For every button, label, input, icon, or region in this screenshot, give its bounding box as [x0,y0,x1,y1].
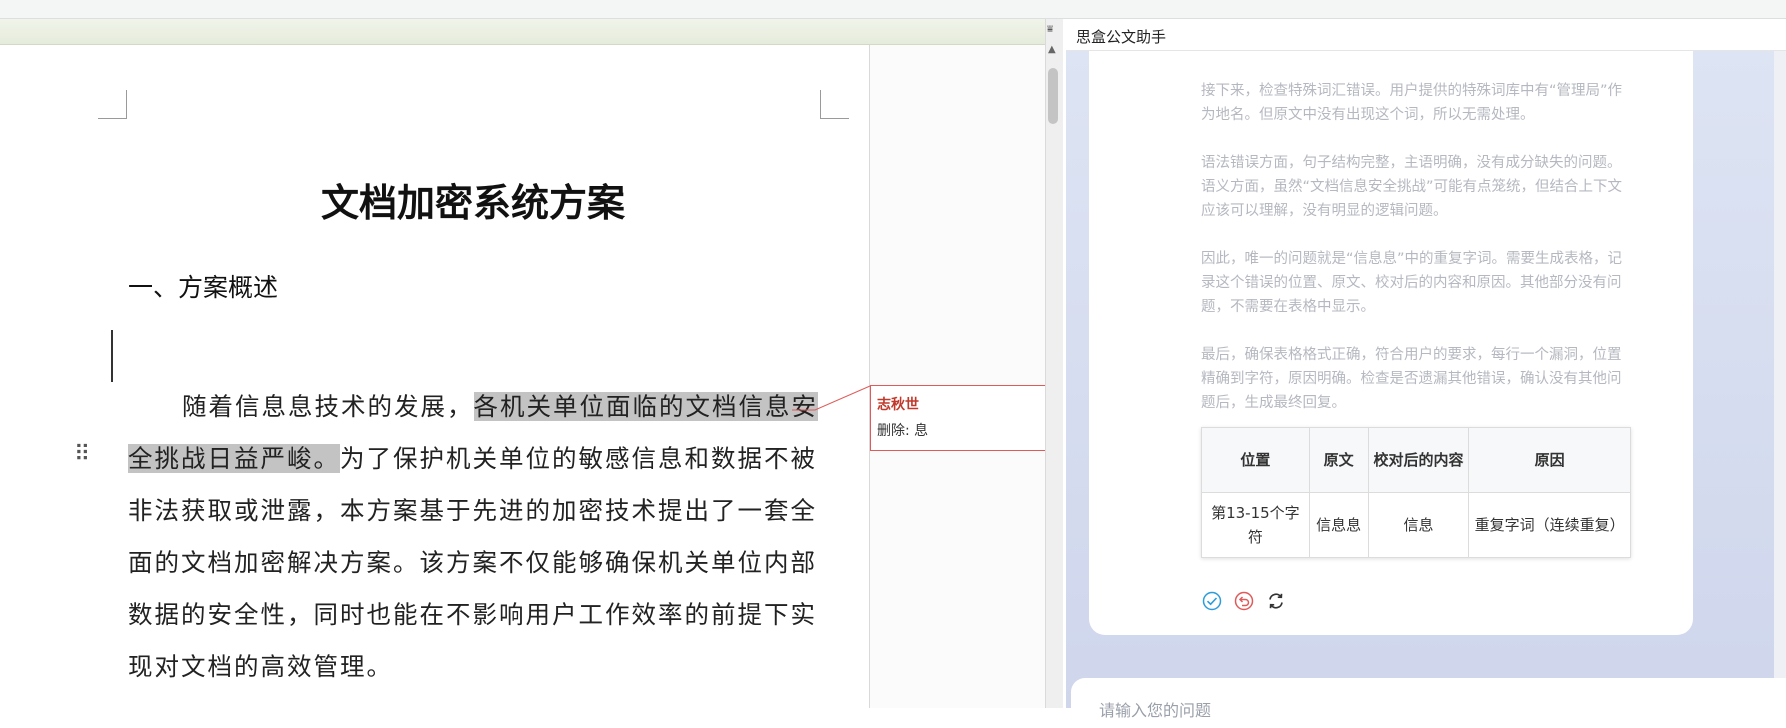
section-heading: 一、方案概述 [128,273,279,302]
response-actions [1201,590,1287,612]
paragraph-text-start: 随着信息息技术的发展， [182,392,474,421]
body-paragraph[interactable]: 随着信息息技术的发展，各机关单位面临的文档信息安全挑战日益严峻。为了保护机关单位… [128,381,823,693]
proofread-table: 位置 原文 校对后的内容 原因 第13-15个字符 信息息 信息 重复字词（连续… [1201,427,1631,558]
horizontal-ruler[interactable] [0,19,1045,45]
change-bar [111,330,113,382]
table-cell-corrected: 信息 [1367,492,1470,558]
reject-icon[interactable] [1233,590,1255,612]
drag-handle-icon[interactable]: ⠿ [74,444,90,466]
comment-margin [869,45,1046,708]
table-cell-reason: 重复字词（连续重复） [1468,492,1631,558]
reasoning-paragraph: 最后，确保表格格式正确，符合用户的要求，每行一个漏洞，位置精确到字符，原因明确。… [1201,347,1622,411]
table-cell-original: 信息息 [1308,492,1369,558]
assistant-header [1066,19,1786,51]
reasoning-paragraph: 因此，唯一的问题就是“信息息”中的重复字词。需要生成表格，记录这个错误的位置、原… [1201,251,1623,315]
margin-corner-right [820,90,849,119]
refresh-icon[interactable] [1265,590,1287,612]
accept-icon[interactable] [1201,590,1223,612]
table-header: 位置 [1201,427,1310,493]
assistant-title: 思盒公文助手 [1076,28,1167,46]
comment-text: 删除: 息 [877,423,929,439]
question-input-box[interactable] [1071,678,1786,728]
table-header: 原因 [1468,427,1631,493]
comment-author: 志秋世 [877,397,919,413]
reasoning-paragraph: 接下来，检查特殊词汇错误。用户提供的特殊词库中有“管理局”作为地名。但原文中没有… [1201,83,1623,123]
window-top-bar [0,0,1786,19]
scroll-up-icon[interactable]: ▲ [1048,44,1056,55]
comment-connector [792,385,871,411]
reasoning-paragraph: 语法错误方面，句子结构完整，主语明确，没有成分缺失的问题。语义方面，虽然“文档信… [1201,155,1623,219]
split-handle-icon[interactable]: ⩸ [1047,24,1053,35]
scroll-thumb[interactable] [1048,68,1058,124]
document-title: 文档加密系统方案 [320,181,625,225]
paragraph-text-rest: 为了保护机关单位的敏感信息和数据不被非法获取或泄露，本方案基于先进的加密技术提出… [128,444,817,681]
table-header: 校对后的内容 [1367,427,1470,493]
table-header: 原文 [1308,427,1369,493]
table-header-row: 位置 原文 校对后的内容 原因 [1201,427,1631,493]
table-cell-position: 第13-15个字符 [1201,492,1310,558]
question-input[interactable] [1097,700,1701,721]
panel-scrollbar[interactable] [1774,51,1786,708]
margin-corner-left [98,90,127,119]
table-row: 第13-15个字符 信息息 信息 重复字词（连续重复） [1201,492,1631,558]
